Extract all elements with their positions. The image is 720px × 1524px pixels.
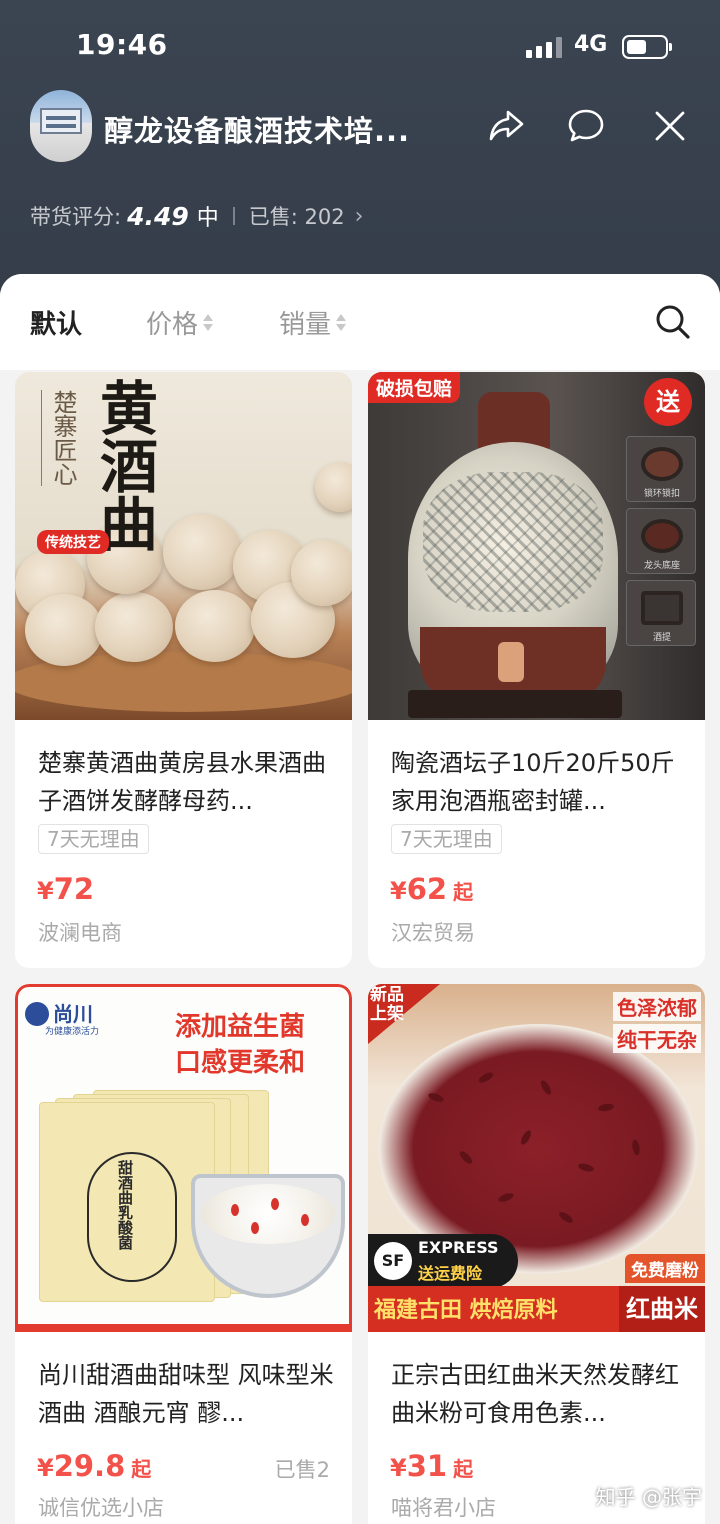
product-card[interactable]: 尚川 为健康添活力 添加益生菌 口感更柔和 甜酒曲乳酸菌 尚川甜酒曲甜味型 风味… bbox=[15, 984, 352, 1524]
product-shop: 诚信优选小店 bbox=[38, 1496, 164, 1520]
divider bbox=[232, 207, 235, 225]
product-panel: 默认 价格 销量 楚寨匠心 黄酒曲 传统技艺 楚寨黄酒曲黄房县水果酒曲子酒饼发酵… bbox=[0, 274, 720, 1524]
rating-value: 4.49 bbox=[127, 201, 189, 231]
image-bottom-bar: 福建古田 烘焙原料 bbox=[374, 1298, 558, 1323]
image-side-text: 楚寨匠心 bbox=[41, 390, 81, 486]
status-time: 19:46 bbox=[76, 28, 168, 61]
brand-logo-icon bbox=[25, 1002, 49, 1026]
return-policy-tag: 7天无理由 bbox=[391, 824, 502, 854]
product-title: 陶瓷酒坛子10斤20斤50斤家用泡酒瓶密封罐... bbox=[391, 749, 675, 815]
sort-sales-label: 销量 bbox=[279, 310, 332, 340]
brand-slogan: 为健康添活力 bbox=[45, 1027, 100, 1037]
chevron-right-icon: › bbox=[354, 203, 364, 229]
product-title: 正宗古田红曲米天然发酵红曲米粉可食用色素... bbox=[391, 1361, 679, 1427]
message-icon[interactable] bbox=[566, 106, 606, 146]
corner-text-1: 色泽浓郁 bbox=[613, 992, 701, 1021]
accessory-thumb: 龙头底座 bbox=[626, 508, 696, 574]
accessory-thumb: 酒提 bbox=[626, 580, 696, 646]
search-icon[interactable] bbox=[654, 302, 692, 342]
product-price: ¥29.8 起 bbox=[37, 1449, 152, 1483]
return-policy-tag: 7天无理由 bbox=[38, 824, 149, 854]
accessory-thumb: 锁环锁扣 bbox=[626, 436, 696, 502]
signal-icon bbox=[526, 36, 564, 58]
battery-icon bbox=[622, 35, 672, 59]
network-type: 4G bbox=[574, 32, 608, 57]
rating-label: 带货评分: bbox=[30, 205, 122, 229]
shop-name[interactable]: 醇龙设备酿酒技术培... bbox=[104, 108, 434, 150]
product-card[interactable]: 破损包赔 送 锁环锁扣 龙头底座 酒提 陶瓷酒坛子10斤20斤50斤家用泡酒瓶密… bbox=[368, 372, 705, 968]
gift-badge: 送 bbox=[644, 378, 692, 426]
product-image[interactable]: 新品上架 色泽浓郁 纯干无杂 SF EXPRESS 送运费险 免费磨粉 福建古田… bbox=[368, 984, 705, 1332]
free-grinding-badge: 免费磨粉 bbox=[625, 1254, 705, 1283]
brand-name: 尚川 bbox=[53, 1002, 93, 1026]
shop-stats[interactable]: 带货评分: 4.49 中 已售: 202 › bbox=[30, 200, 363, 232]
product-title: 尚川甜酒曲甜味型 风味型米酒曲 酒酿元宵 醪... bbox=[38, 1361, 334, 1427]
sold-count: 已售2 bbox=[274, 1458, 330, 1482]
sold-count: 已售: 202 bbox=[248, 205, 345, 229]
sort-bar: 默认 价格 销量 bbox=[0, 274, 720, 370]
pack-label: 甜酒曲乳酸菌 bbox=[116, 1160, 134, 1250]
image-bottom-title: 红曲米 bbox=[619, 1286, 705, 1332]
product-shop: 喵将君小店 bbox=[391, 1496, 496, 1520]
zhihu-watermark: 知乎 @张宇 bbox=[595, 1485, 702, 1509]
sort-default[interactable]: 默认 bbox=[30, 304, 82, 341]
shop-avatar[interactable] bbox=[30, 90, 92, 162]
product-price: ¥31 起 bbox=[390, 1449, 474, 1483]
sort-default-label: 默认 bbox=[30, 310, 83, 340]
sort-arrows-icon bbox=[336, 314, 347, 331]
product-title: 楚寨黄酒曲黄房县水果酒曲子酒饼发酵酵母药... bbox=[38, 749, 326, 815]
product-image[interactable]: 破损包赔 送 锁环锁扣 龙头底座 酒提 bbox=[368, 372, 705, 720]
image-headline-2: 口感更柔和 bbox=[175, 1048, 306, 1078]
sf-logo-icon: SF bbox=[374, 1242, 412, 1280]
new-arrival-badge: 新品上架 bbox=[370, 985, 404, 1024]
damage-guarantee-badge: 破损包赔 bbox=[368, 372, 461, 403]
product-image[interactable]: 尚川 为健康添活力 添加益生菌 口感更柔和 甜酒曲乳酸菌 bbox=[15, 984, 352, 1332]
share-icon[interactable] bbox=[486, 106, 526, 146]
sort-arrows-icon bbox=[203, 314, 214, 331]
product-shop: 波澜电商 bbox=[38, 921, 122, 945]
image-headline-1: 添加益生菌 bbox=[175, 1012, 306, 1042]
product-price: ¥62 起 bbox=[390, 872, 474, 906]
status-bar: 19:46 4G bbox=[0, 0, 720, 90]
close-icon[interactable] bbox=[650, 106, 690, 146]
corner-text-2: 纯干无杂 bbox=[613, 1024, 701, 1053]
sort-price[interactable]: 价格 bbox=[146, 304, 214, 341]
product-price: ¥72 bbox=[37, 872, 95, 906]
sort-sales[interactable]: 销量 bbox=[279, 304, 347, 341]
image-main-text: 黄酒曲 bbox=[90, 378, 158, 552]
image-ribbon: 传统技艺 bbox=[37, 530, 109, 554]
express-badge: SF EXPRESS 送运费险 bbox=[368, 1234, 518, 1288]
product-card[interactable]: 楚寨匠心 黄酒曲 传统技艺 楚寨黄酒曲黄房县水果酒曲子酒饼发酵酵母药... 7天… bbox=[15, 372, 352, 968]
sort-price-label: 价格 bbox=[146, 310, 199, 340]
product-shop: 汉宏贸易 bbox=[391, 921, 475, 945]
rating-level: 中 bbox=[196, 206, 219, 231]
product-image[interactable]: 楚寨匠心 黄酒曲 传统技艺 bbox=[15, 372, 352, 720]
product-card[interactable]: 新品上架 色泽浓郁 纯干无杂 SF EXPRESS 送运费险 免费磨粉 福建古田… bbox=[368, 984, 705, 1524]
